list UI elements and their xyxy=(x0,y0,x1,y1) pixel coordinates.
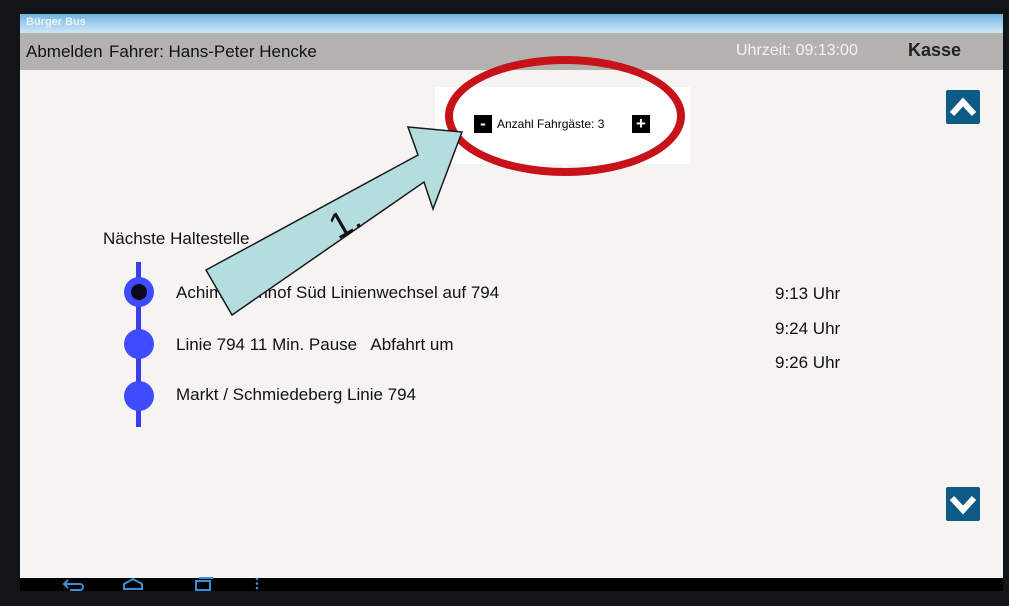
annotation-arrow-icon: 1. xyxy=(204,126,464,317)
tablet-frame: Bürger Bus Abmelden Fahrer: Hans-Peter H… xyxy=(0,0,1009,606)
recent-apps-icon[interactable] xyxy=(190,576,216,591)
app-screen: Bürger Bus Abmelden Fahrer: Hans-Peter H… xyxy=(20,14,1003,591)
android-navigation-bar xyxy=(20,576,1003,591)
home-icon[interactable] xyxy=(120,576,146,591)
menu-icon[interactable] xyxy=(252,576,262,591)
back-icon[interactable] xyxy=(60,576,86,591)
